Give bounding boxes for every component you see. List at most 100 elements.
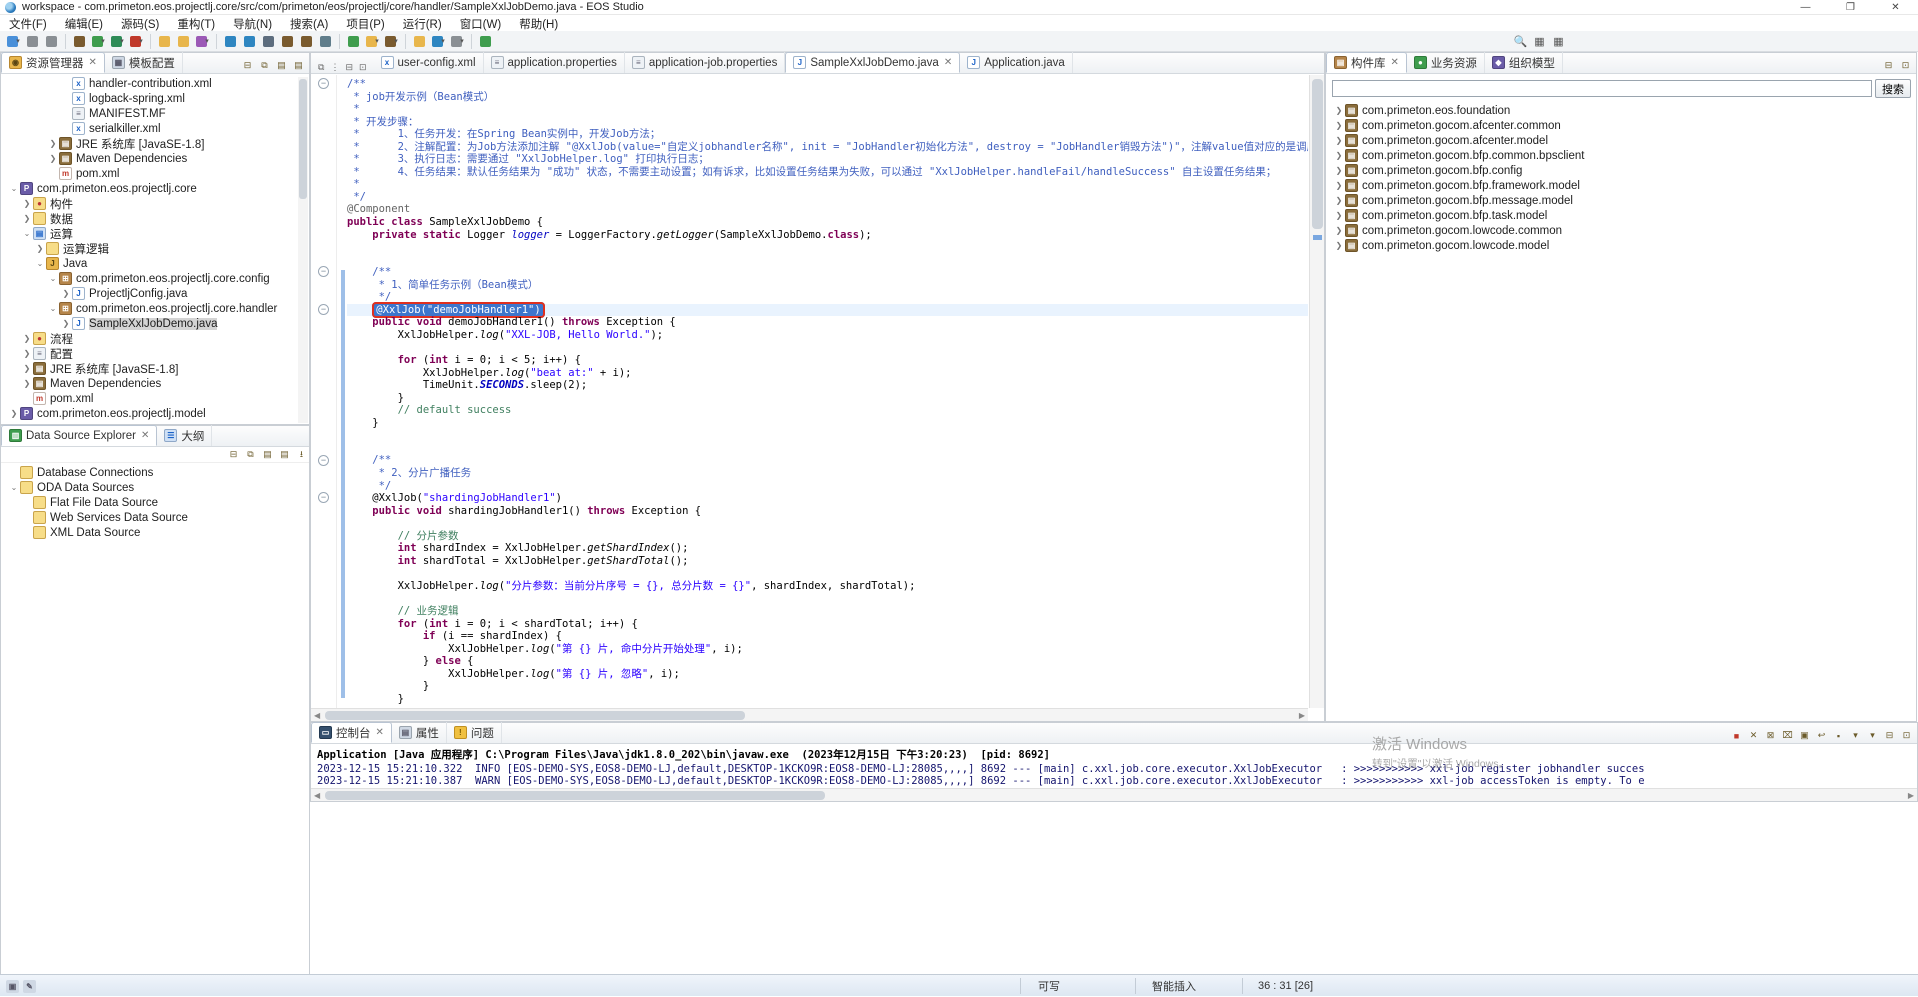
editor-tab-application-job.properties[interactable]: ≡application-job.properties (625, 52, 786, 73)
code-line[interactable]: * (347, 178, 1308, 191)
collapse-all-icon[interactable]: ⊟ (240, 58, 255, 73)
table-icon[interactable] (279, 33, 296, 50)
palette-item-com.primeton.gocom.afcenter.model[interactable]: ❯▤com.primeton.gocom.afcenter.model (1326, 133, 1916, 148)
chevron-down-icon[interactable]: ⌄ (22, 229, 32, 238)
chevron-right-icon[interactable]: ❯ (61, 289, 71, 298)
menu-重构[interactable]: 重构(T) (168, 16, 224, 31)
menu-运行[interactable]: 运行(R) (394, 16, 451, 31)
close-icon[interactable]: ✕ (141, 430, 149, 441)
explorer-item-com.primeton.eos.projectlj.starter[interactable]: ❯Pcom.primeton.eos.projectlj.starter (1, 421, 309, 422)
run-dropdown-icon[interactable]: ▾ (109, 33, 126, 50)
explorer-item-pom.xml[interactable]: mpom.xml (1, 166, 309, 181)
palette-item-com.primeton.gocom.lowcode.model[interactable]: ❯▤com.primeton.gocom.lowcode.model (1326, 238, 1916, 253)
chevron-right-icon[interactable]: ❯ (22, 349, 32, 358)
console-tab-属性[interactable]: ▤属性 (392, 722, 447, 743)
last-edit-icon[interactable] (411, 33, 428, 50)
chevron-right-icon[interactable]: ❯ (1334, 226, 1344, 235)
scroll-right-icon[interactable]: ▶ (1905, 791, 1917, 800)
explorer-tab-资源管理器[interactable]: ◉资源管理器✕ (1, 52, 105, 73)
code-line[interactable]: XxlJobHelper.log("beat at:" + i); (347, 367, 1308, 380)
explorer-scrollbar[interactable] (298, 77, 308, 423)
chevron-right-icon[interactable]: ❯ (1334, 136, 1344, 145)
chevron-right-icon[interactable]: ❯ (22, 379, 32, 388)
chevron-right-icon[interactable]: ❯ (22, 199, 32, 208)
datasource-item-Web-Services-Data-Source[interactable]: Web Services Data Source (1, 510, 309, 525)
code-line[interactable] (347, 241, 1308, 254)
close-icon[interactable]: ✕ (944, 57, 952, 68)
explorer-item-handler-contribution.xml[interactable]: xhandler-contribution.xml (1, 76, 309, 91)
code-line[interactable]: XxlJobHelper.log("分片参数：当前分片序号 = {}, 总分片数… (347, 580, 1308, 593)
back-dropdown-icon[interactable]: ▾ (430, 33, 447, 50)
palette-search-input[interactable] (1332, 80, 1872, 97)
explorer-item-配置[interactable]: ❯≡配置 (1, 346, 309, 361)
datasource-tab-大纲[interactable]: ☰大纲 (157, 425, 212, 446)
jar-dropdown-icon[interactable]: ▾ (383, 33, 400, 50)
editor-tab-application.properties[interactable]: ≡application.properties (484, 52, 625, 73)
focus-icon[interactable]: ▤ (274, 58, 289, 73)
quick-access-icon[interactable]: ▦ (1531, 33, 1548, 50)
open-console-dropdown-icon[interactable]: ▾ (1865, 728, 1880, 743)
code-line[interactable]: public void demoJobHandler1() throws Exc… (347, 316, 1308, 329)
maximize-icon[interactable]: ⊡ (1898, 58, 1913, 73)
editor-tab-SampleXxlJobDemo.java[interactable]: JSampleXxlJobDemo.java✕ (785, 52, 960, 73)
chevron-right-icon[interactable]: ❯ (9, 409, 19, 418)
chevron-right-icon[interactable]: ❯ (1334, 211, 1344, 220)
code-line[interactable] (347, 442, 1308, 455)
annotation-dropdown-icon[interactable]: ▾ (364, 33, 381, 50)
menu-窗口[interactable]: 窗口(W) (451, 16, 511, 31)
word-wrap-icon[interactable]: ↩ (1814, 728, 1829, 743)
explorer-item-ProjectljConfig.java[interactable]: ❯JProjectljConfig.java (1, 286, 309, 301)
close-button[interactable]: ✕ (1873, 0, 1918, 15)
code-line[interactable]: } (347, 680, 1308, 693)
chevron-right-icon[interactable]: ❯ (35, 244, 45, 253)
code-line[interactable]: XxlJobHelper.log("第 {} 片, 命中分片开始处理", i); (347, 643, 1308, 656)
code-area[interactable]: /** * job开发示例（Bean模式） * * 开发步骤： * 1、任务开发… (347, 78, 1308, 705)
chevron-right-icon[interactable]: ❯ (48, 139, 58, 148)
minimize-icon[interactable]: ⊟ (1881, 58, 1896, 73)
palette-item-com.primeton.eos.foundation[interactable]: ❯▤com.primeton.eos.foundation (1326, 103, 1916, 118)
palette-tab-组织模型[interactable]: ◆组织模型 (1485, 52, 1563, 73)
code-line[interactable]: for (int i = 0; i < 5; i++) { (347, 354, 1308, 367)
new-wizard-dropdown-icon[interactable]: ▾ (5, 33, 22, 50)
chevron-right-icon[interactable]: ❯ (22, 364, 32, 373)
chevron-down-icon[interactable]: ⌄ (35, 259, 45, 268)
explorer-item-serialkiller.xml[interactable]: xserialkiller.xml (1, 121, 309, 136)
explorer-item-运算逻辑[interactable]: ❯运算逻辑 (1, 241, 309, 256)
chevron-down-icon[interactable]: ⌄ (48, 274, 58, 283)
search-icon[interactable]: 🔍 (1512, 33, 1529, 50)
explorer-item-运算[interactable]: ⌄▤运算 (1, 226, 309, 241)
grid-icon[interactable] (298, 33, 315, 50)
java-perspective-icon[interactable]: ▦ (1550, 33, 1567, 50)
chevron-right-icon[interactable]: ❯ (22, 214, 32, 223)
chevron-right-icon[interactable]: ❯ (22, 334, 32, 343)
explorer-item-JRE-系统库-JavaSE-1.8-[interactable]: ❯▤JRE 系统库 [JavaSE-1.8] (1, 361, 309, 376)
code-line[interactable]: /** (347, 266, 1308, 279)
explorer-item-logback-spring.xml[interactable]: xlogback-spring.xml (1, 91, 309, 106)
code-line[interactable] (347, 341, 1308, 354)
display-console-dropdown-icon[interactable]: ▾ (1848, 728, 1863, 743)
menu-源码[interactable]: 源码(S) (112, 16, 168, 31)
code-line[interactable]: * job开发示例（Bean模式） (347, 91, 1308, 104)
console-view-icon[interactable] (345, 33, 362, 50)
chevron-right-icon[interactable]: ❯ (1334, 151, 1344, 160)
code-line[interactable]: public void shardingJobHandler1() throws… (347, 505, 1308, 518)
code-line[interactable]: int shardIndex = XxlJobHelper.getShardIn… (347, 542, 1308, 555)
fold-minus-icon[interactable]: − (318, 492, 329, 503)
link-report-icon[interactable] (477, 33, 494, 50)
code-line[interactable]: // 业务逻辑 (347, 605, 1308, 618)
code-line[interactable]: * 开发步骤： (347, 116, 1308, 129)
explorer-item-com.primeton.eos.projectlj.core.handler[interactable]: ⌄⊞com.primeton.eos.projectlj.core.handle… (1, 301, 309, 316)
datasource-item-Database-Connections[interactable]: Database Connections (1, 465, 309, 480)
code-line[interactable]: XxlJobHelper.log("第 {} 片, 忽略", i); (347, 668, 1308, 681)
show-whitespace-icon[interactable] (317, 33, 334, 50)
palette-item-com.primeton.gocom.bfp.framework.model[interactable]: ❯▤com.primeton.gocom.bfp.framework.model (1326, 178, 1916, 193)
code-line[interactable]: @XxlJob("shardingJobHandler1") (347, 492, 1308, 505)
code-line[interactable]: TimeUnit.SECONDS.sleep(2); (347, 379, 1308, 392)
datasource-item-ODA-Data-Sources[interactable]: ⌄ODA Data Sources (1, 480, 309, 495)
code-line[interactable]: */ (347, 191, 1308, 204)
sync-icon[interactable] (260, 33, 277, 50)
remove-all-launches-icon[interactable]: ⊠ (1763, 728, 1778, 743)
profile-icon[interactable]: ▤ (277, 447, 292, 462)
close-icon[interactable]: ✕ (1391, 57, 1399, 68)
explorer-item-数据[interactable]: ❯数据 (1, 211, 309, 226)
